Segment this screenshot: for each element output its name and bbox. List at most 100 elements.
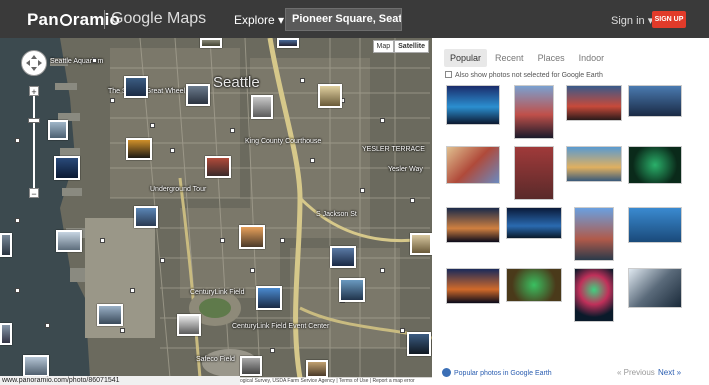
map-type-toggle: Map Satellite — [372, 40, 429, 53]
sign-up-button[interactable]: SIGN UP — [652, 11, 686, 28]
map-photo-thumb[interactable] — [240, 356, 262, 376]
photo-marker[interactable] — [110, 98, 115, 103]
photo-marker[interactable] — [150, 123, 155, 128]
map-photo-thumb[interactable] — [0, 323, 12, 345]
photo-red-building[interactable] — [514, 146, 554, 200]
tab-indoor[interactable]: Indoor — [573, 49, 611, 67]
map-photo-thumb[interactable] — [251, 95, 273, 119]
zoom-in-button[interactable]: + — [29, 86, 39, 97]
zoom-slider-handle[interactable] — [28, 118, 40, 123]
map-photo-thumb[interactable] — [239, 225, 265, 249]
photo-waterfront-panorama[interactable] — [566, 146, 622, 182]
brand-divider — [104, 10, 105, 29]
photo-glass-facade[interactable] — [628, 268, 682, 308]
photo-marker[interactable] — [380, 118, 385, 123]
zoom-out-button[interactable]: − — [29, 188, 39, 199]
map-photo-thumb[interactable] — [124, 76, 148, 98]
panoramio-logo[interactable]: Pan ramio — [27, 10, 120, 30]
photo-skyline-blue[interactable] — [628, 207, 682, 243]
photo-harbor-night[interactable] — [506, 207, 562, 239]
photo-marker[interactable] — [270, 348, 275, 353]
google-earth-icon — [442, 368, 451, 377]
map-photo-thumb[interactable] — [306, 360, 328, 378]
photo-wheel-vertical[interactable] — [574, 268, 614, 322]
photo-marker[interactable] — [410, 198, 415, 203]
photo-marker[interactable] — [120, 328, 125, 333]
photo-marker[interactable] — [170, 148, 175, 153]
photo-marker[interactable] — [300, 78, 305, 83]
map-photo-thumb[interactable] — [277, 38, 299, 48]
photo-marker[interactable] — [400, 328, 405, 333]
photo-wheel-green[interactable] — [628, 146, 682, 184]
map-photo-thumb[interactable] — [48, 120, 68, 140]
map-photo-thumb[interactable] — [339, 278, 365, 302]
photo-marker[interactable] — [15, 288, 20, 293]
map-type-satellite-button[interactable]: Satellite — [394, 40, 429, 53]
photo-marker[interactable] — [220, 238, 225, 243]
map-label-centurylink-events: CenturyLink Field Event Center — [232, 323, 330, 330]
map-photo-thumb[interactable] — [97, 304, 123, 326]
map-label-yesler-way: Yesler Way — [388, 166, 423, 173]
photo-wheel-green-lights[interactable] — [506, 268, 562, 302]
zoom-slider-track[interactable] — [33, 95, 35, 195]
map-photo-thumb[interactable] — [186, 84, 210, 106]
pan-control[interactable] — [21, 50, 47, 76]
photo-marker[interactable] — [230, 128, 235, 133]
status-url: www.panoramio.com/photo/86071541 — [0, 376, 240, 385]
map-photo-thumb[interactable] — [134, 206, 158, 228]
google-earth-checkbox-row[interactable]: Also show photos not selected for Google… — [445, 71, 603, 79]
map-label-safeco: Safeco Field — [196, 356, 235, 363]
map-photo-thumb[interactable] — [330, 246, 356, 268]
map-photo-thumb[interactable] — [200, 38, 222, 48]
next-page-link[interactable]: Next » — [658, 368, 681, 377]
map-photo-thumb[interactable] — [23, 355, 49, 377]
sign-in-menu[interactable]: Sign in ▾ — [611, 14, 653, 27]
photo-night-skyline[interactable] — [446, 85, 500, 125]
tab-popular[interactable]: Popular — [444, 49, 488, 67]
tab-recent[interactable]: Recent — [489, 49, 530, 67]
top-bar: Pan ramio Google Maps Explore ▾ Pioneer S… — [0, 0, 709, 38]
photo-marker[interactable] — [15, 138, 20, 143]
photo-marker[interactable] — [92, 58, 97, 63]
pan-arrows-icon — [26, 55, 42, 71]
map-photo-thumb[interactable] — [256, 286, 282, 310]
tab-places[interactable]: Places — [532, 49, 571, 67]
location-search-input[interactable]: Pioneer Square, Seattle, WA, U — [285, 8, 402, 31]
map-photo-thumb[interactable] — [177, 314, 201, 336]
map-type-map-button[interactable]: Map — [372, 40, 395, 53]
photo-towers-day[interactable] — [574, 207, 614, 261]
photo-marker[interactable] — [310, 158, 315, 163]
photo-marker[interactable] — [45, 323, 50, 328]
photo-murals[interactable] — [446, 146, 500, 184]
photo-downtown-reflection[interactable] — [514, 85, 554, 139]
map-photo-thumb[interactable] — [56, 230, 82, 252]
map-photo-thumb[interactable] — [410, 233, 432, 255]
explore-menu[interactable]: Explore ▾ — [234, 13, 284, 27]
map-label-jackson: S Jackson St — [316, 211, 357, 218]
photo-marker[interactable] — [15, 218, 20, 223]
photo-marker[interactable] — [380, 268, 385, 273]
photo-tabs: Popular Recent Places Indoor — [444, 49, 612, 67]
photo-city-night[interactable] — [446, 207, 500, 243]
map-photo-thumb[interactable] — [407, 332, 431, 356]
map-photo-thumb[interactable] — [126, 138, 152, 160]
previous-page-link[interactable]: « Previous — [617, 368, 655, 377]
photo-marker[interactable] — [160, 258, 165, 263]
map-photo-thumb[interactable] — [205, 156, 231, 178]
photo-skyline-evening[interactable] — [628, 85, 682, 117]
google-earth-checkbox-label: Also show photos not selected for Google… — [455, 72, 603, 79]
photo-great-wheel-dusk[interactable] — [566, 85, 622, 121]
photo-wheel-night[interactable] — [446, 268, 500, 304]
photo-marker[interactable] — [100, 238, 105, 243]
map-label-courthouse: King County Courthouse — [245, 138, 322, 145]
map-photo-thumb[interactable] — [54, 156, 80, 180]
map-photo-thumb[interactable] — [318, 84, 342, 108]
photo-marker[interactable] — [250, 268, 255, 273]
photo-marker[interactable] — [360, 188, 365, 193]
photo-marker[interactable] — [280, 238, 285, 243]
google-earth-checkbox[interactable] — [445, 71, 452, 78]
map-photo-thumb[interactable] — [0, 233, 12, 257]
photo-marker[interactable] — [130, 288, 135, 293]
satellite-map[interactable]: Seattle Aquarium Seattle The Seattle Gre… — [0, 38, 432, 378]
google-earth-link[interactable]: Popular photos in Google Earth — [442, 368, 552, 377]
